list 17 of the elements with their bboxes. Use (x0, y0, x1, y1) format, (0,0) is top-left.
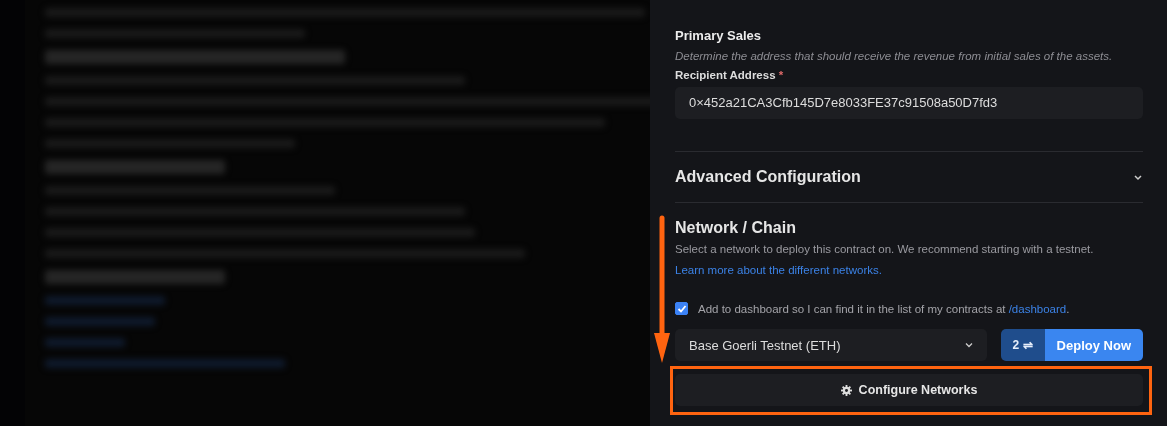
section-title: Network / Chain (675, 219, 797, 237)
chevron-icon (964, 342, 973, 348)
deploy-button[interactable]: Deploy Now (1044, 329, 1143, 361)
section-description: Select a network to deploy this contract on. We recommend starting with a testnet. (675, 243, 1095, 255)
chevron-icon[interactable] (1133, 173, 1143, 181)
recipient-address-field[interactable]: 0×452a21CA3Cfb145D7e8033FE37c91508a50D7fd3 (675, 87, 1143, 119)
learn-more-link[interactable]: Learn more about the different networks. (675, 264, 882, 276)
accordion-title[interactable]: Advanced Configuration (675, 168, 861, 186)
section-title: Primary Sales (675, 28, 762, 43)
network-count-button[interactable]: 2 ⇌ (1000, 329, 1045, 361)
checkbox[interactable] (675, 302, 688, 315)
section-description: Determine the address that should receive the revenue from initial sales of the assets. (675, 50, 1114, 62)
checkbox-label: Add to dashboard so I can find it in the list of my contracts at /dashboard. (698, 302, 1070, 315)
gear-icon (840, 384, 852, 396)
network-select[interactable]: Base Goerli Testnet (ETH) (675, 329, 987, 361)
field-label: Recipient Address * (675, 69, 785, 81)
configure-networks-button[interactable]: Configure Networks (675, 374, 1143, 406)
